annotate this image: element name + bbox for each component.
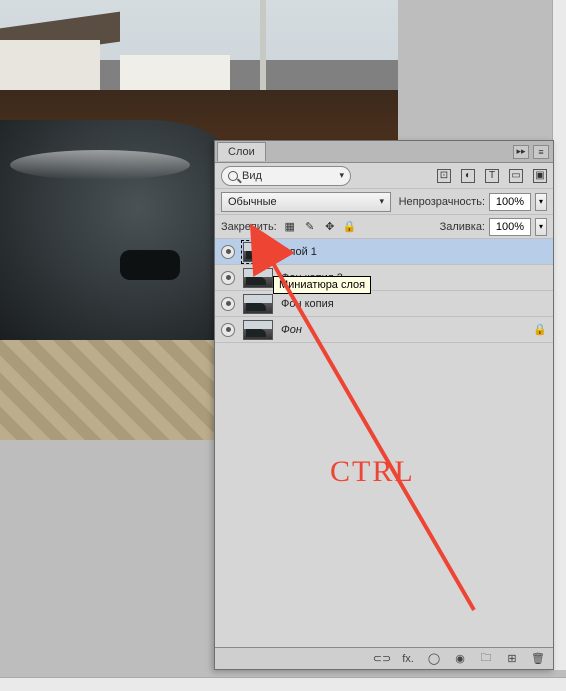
layers-list: Слой 1 Фон копия 2 Фон копия Фон 🔒	[215, 239, 553, 343]
filter-kind-label: Вид	[242, 170, 262, 182]
visibility-eye-icon[interactable]	[221, 271, 235, 285]
layer-name-label[interactable]: Фон копия	[281, 298, 334, 310]
fill-stepper[interactable]: ▾	[535, 218, 547, 236]
opacity-label: Непрозрачность:	[399, 196, 485, 208]
blend-mode-select[interactable]: Обычные ▾	[221, 192, 391, 212]
filter-adjustment-icon[interactable]: ◐	[461, 169, 475, 183]
blend-row: Обычные ▾ Непрозрачность: 100% ▾	[215, 189, 553, 215]
lock-all-icon[interactable]: 🔒	[343, 220, 357, 234]
blend-mode-value: Обычные	[228, 196, 277, 208]
new-group-icon[interactable]: 🗀	[479, 652, 493, 666]
layer-kind-filter[interactable]: Вид ▾	[221, 166, 351, 186]
panel-footer: ⊂⊃ fx. ◯ ◉ 🗀 ⊞ 🗑	[215, 647, 553, 669]
tooltip: Миниатюра слоя	[273, 276, 371, 294]
panel-tabbar: Слои ▸▸ ≡	[215, 141, 553, 163]
layer-row[interactable]: Слой 1	[215, 239, 553, 265]
lock-icon: 🔒	[533, 323, 547, 336]
layers-tab[interactable]: Слои	[217, 142, 266, 161]
layers-panel: Слои ▸▸ ≡ Вид ▾ ⊡ ◐ T ▭ ▣ Обычные ▾ Непр…	[214, 140, 554, 670]
adjustment-layer-icon[interactable]: ◉	[453, 652, 467, 666]
layer-row[interactable]: Фон 🔒	[215, 317, 553, 343]
mask-icon[interactable]: ◯	[427, 652, 441, 666]
opacity-input[interactable]: 100%	[489, 193, 531, 211]
lock-pixels-icon[interactable]: ✎	[303, 220, 317, 234]
lock-label: Закрепить:	[221, 221, 277, 233]
search-icon	[228, 171, 238, 181]
collapse-icon[interactable]: ▸▸	[513, 145, 529, 159]
lock-position-icon[interactable]: ✥	[323, 220, 337, 234]
layer-name-label[interactable]: Фон	[281, 324, 302, 336]
chevron-updown-icon: ▾	[379, 196, 384, 207]
delete-layer-icon[interactable]: 🗑	[531, 652, 545, 666]
fill-label: Заливка:	[440, 221, 485, 233]
visibility-eye-icon[interactable]	[221, 323, 235, 337]
visibility-eye-icon[interactable]	[221, 245, 235, 259]
filter-type-icon[interactable]: T	[485, 169, 499, 183]
panel-menu-icon[interactable]: ≡	[533, 145, 549, 159]
layer-name-label[interactable]: Слой 1	[281, 246, 317, 258]
visibility-eye-icon[interactable]	[221, 297, 235, 311]
horizontal-scrollbar[interactable]	[0, 677, 566, 691]
layer-row[interactable]: Фон копия	[215, 291, 553, 317]
vertical-scrollbar[interactable]	[552, 0, 566, 670]
fill-input[interactable]: 100%	[489, 218, 531, 236]
filter-row: Вид ▾ ⊡ ◐ T ▭ ▣	[215, 163, 553, 189]
filter-smart-icon[interactable]: ▣	[533, 169, 547, 183]
fx-icon[interactable]: fx.	[401, 652, 415, 666]
lock-transparency-icon[interactable]: ▦	[283, 220, 297, 234]
lock-row: Закрепить: ▦ ✎ ✥ 🔒 Заливка: 100% ▾	[215, 215, 553, 239]
layer-thumbnail[interactable]	[243, 320, 273, 340]
link-layers-icon[interactable]: ⊂⊃	[375, 652, 389, 666]
new-layer-icon[interactable]: ⊞	[505, 652, 519, 666]
filter-shape-icon[interactable]: ▭	[509, 169, 523, 183]
layer-row[interactable]: Фон копия 2	[215, 265, 553, 291]
chevron-down-icon: ▾	[339, 170, 344, 181]
layer-thumbnail[interactable]	[243, 268, 273, 288]
layer-thumbnail[interactable]	[243, 294, 273, 314]
filter-pixel-icon[interactable]: ⊡	[437, 169, 451, 183]
layer-thumbnail[interactable]	[243, 242, 273, 262]
opacity-stepper[interactable]: ▾	[535, 193, 547, 211]
